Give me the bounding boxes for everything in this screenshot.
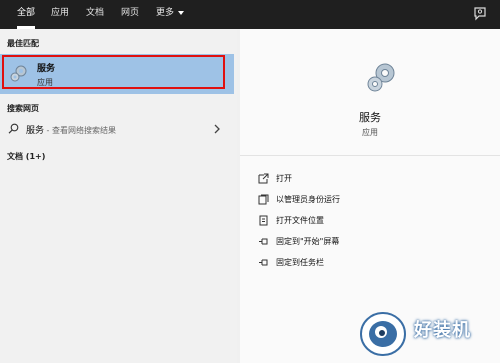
- web-result-label: 服务 - 查看网络搜索结果: [26, 123, 116, 136]
- results-pane: 最佳匹配 服务 应用 搜索网页 服务 - 查看网络搜索结果 文档 (1+): [0, 29, 237, 363]
- detail-title: 服务: [359, 111, 381, 124]
- run-as-admin-icon: [258, 194, 269, 205]
- best-match-title: 服务: [37, 64, 56, 74]
- action-open-location-label: 打开文件位置: [276, 216, 324, 225]
- highlight-frame: [2, 55, 225, 89]
- tab-all[interactable]: 全部: [17, 0, 36, 29]
- tab-more-label: 更多: [156, 8, 175, 18]
- search-icon: [8, 123, 19, 134]
- detail-subtitle: 应用: [362, 128, 378, 137]
- divider: [240, 155, 500, 156]
- action-run-as-admin-label: 以管理员身份运行: [276, 195, 340, 204]
- chevron-right-icon[interactable]: [213, 124, 221, 134]
- feedback-icon[interactable]: [472, 6, 488, 22]
- section-documents[interactable]: 文档 (1+): [7, 151, 45, 162]
- action-open-label: 打开: [276, 174, 292, 183]
- gear-icon: [10, 65, 27, 82]
- section-best-match: 最佳匹配: [7, 39, 39, 48]
- action-pin-start-label: 固定到"开始"屏幕: [276, 237, 340, 246]
- section-web: 搜索网页: [7, 104, 39, 113]
- action-pin-taskbar-label: 固定到任务栏: [276, 258, 324, 267]
- web-suffix: - 查看网络搜索结果: [44, 126, 116, 135]
- web-search-result[interactable]: 服务 - 查看网络搜索结果: [0, 120, 234, 138]
- tab-apps[interactable]: 应用: [51, 0, 69, 29]
- watermark-text: 好装机: [414, 320, 471, 341]
- folder-location-icon: [259, 215, 268, 226]
- tab-more[interactable]: 更多: [156, 0, 185, 29]
- search-tab-bar: 全部 应用 文档 网页 更多: [0, 0, 500, 29]
- chevron-down-icon: [178, 10, 185, 15]
- pin-icon: [259, 259, 268, 266]
- best-match-subtitle: 应用: [37, 78, 53, 87]
- tab-web[interactable]: 网页: [121, 0, 139, 29]
- tab-documents[interactable]: 文档: [86, 0, 104, 29]
- open-icon: [258, 173, 269, 184]
- web-query: 服务: [26, 126, 45, 136]
- pin-icon: [259, 238, 268, 245]
- gear-icon: [367, 63, 395, 92]
